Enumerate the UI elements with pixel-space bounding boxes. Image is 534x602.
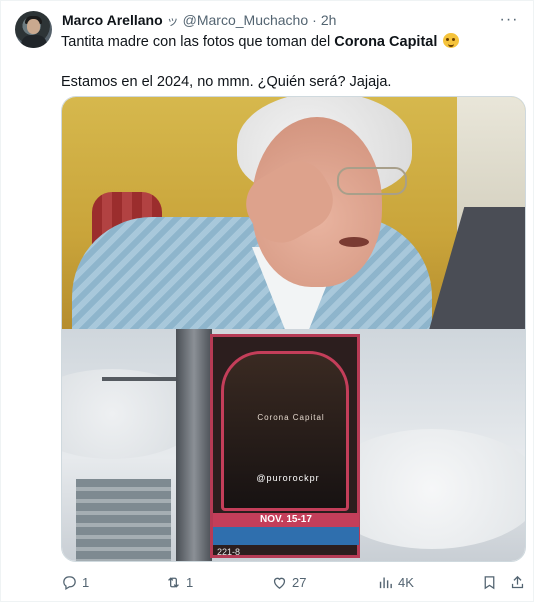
tweet-text: Tantita madre con las fotos que toman de…	[61, 32, 521, 92]
tweet-media-image[interactable]: Corona Capital @purorockpr NOV. 15-17 22…	[61, 96, 526, 562]
reply-icon	[63, 575, 76, 590]
tweet-actions: 1 1 27 4K	[61, 571, 526, 593]
separator-dot: ·	[312, 12, 317, 28]
avatar-face	[27, 19, 40, 34]
crying-laughing-emoji-icon	[443, 33, 460, 48]
tweet-text-bold: Corona Capital	[334, 34, 438, 50]
author-handle[interactable]: @Marco_Muchacho	[183, 12, 309, 28]
billboard-brand: Corona Capital	[257, 413, 325, 422]
views-button[interactable]: 4K	[377, 571, 414, 593]
author-emoji: ッ	[166, 13, 179, 28]
building	[76, 479, 171, 561]
billboard: Corona Capital @purorockpr NOV. 15-17 22…	[210, 334, 360, 558]
lamp-arm	[102, 377, 182, 381]
billboard-band	[213, 527, 359, 545]
repost-icon	[168, 576, 179, 588]
like-count: 27	[292, 574, 307, 590]
tweet-header: Marco Arellano ッ @Marco_Muchacho · 2h	[62, 11, 336, 29]
meme-top-panel	[62, 97, 525, 329]
tweet-text-line2: Estamos en el 2024, no mmn. ¿Quién será?…	[61, 74, 392, 90]
glasses	[337, 167, 407, 195]
avatar-body	[21, 35, 47, 48]
share-button[interactable]	[509, 571, 526, 593]
billboard-handle: @purorockpr	[256, 473, 320, 483]
heart-icon	[273, 577, 286, 589]
tweet-text-plain: Tantita madre con las fotos que toman de…	[61, 34, 335, 50]
repost-button[interactable]: 1	[165, 571, 193, 593]
author-name[interactable]: Marco Arellano	[62, 12, 163, 28]
billboard-date: NOV. 15-17	[213, 513, 359, 527]
views-icon	[379, 577, 392, 588]
bookmark-button[interactable]	[481, 571, 498, 593]
meme-bottom-panel: Corona Capital @purorockpr NOV. 15-17 22…	[62, 329, 525, 561]
tweet-text-line1: Tantita madre con las fotos que toman de…	[61, 32, 521, 52]
tweet-card[interactable]: Marco Arellano ッ @Marco_Muchacho · 2h ··…	[0, 0, 534, 602]
repost-count: 1	[186, 574, 194, 590]
billboard-code: 221-8	[217, 547, 241, 557]
billboard-pole	[176, 329, 212, 561]
avatar[interactable]	[15, 11, 52, 48]
post-time[interactable]: 2h	[321, 12, 337, 28]
reply-button[interactable]: 1	[61, 571, 89, 593]
like-button[interactable]: 27	[271, 571, 306, 593]
billboard-frame	[221, 351, 349, 511]
laptop	[427, 207, 525, 329]
bookmark-icon	[484, 575, 495, 589]
views-count: 4K	[398, 574, 414, 590]
reply-count: 1	[82, 574, 90, 590]
share-icon	[511, 575, 524, 588]
more-options-icon[interactable]: ···	[499, 11, 519, 29]
mouth	[339, 237, 369, 247]
